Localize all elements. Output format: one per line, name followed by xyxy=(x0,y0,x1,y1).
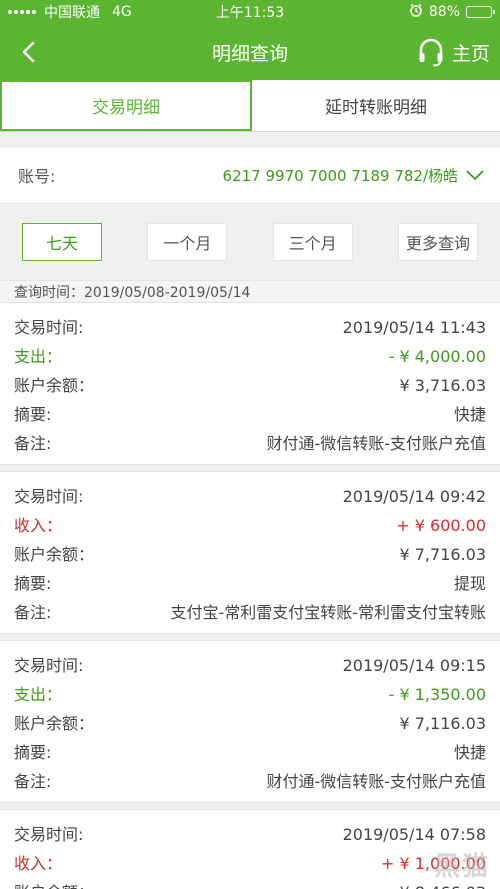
balance-label: 账户余额： xyxy=(14,376,95,395)
transaction-amount: - ¥ 4,000.00 xyxy=(388,347,486,366)
balance-label: 账户余额： xyxy=(14,545,95,564)
record-summary-row: 摘要: 快捷 xyxy=(14,738,486,767)
account-number: 6217 9970 7000 7189 782/杨皓 xyxy=(222,166,458,185)
account-label: 账号: xyxy=(18,167,56,186)
tab-transaction-details[interactable]: 交易明细 xyxy=(0,80,252,131)
transaction-note: 支付宝-常利雷支付宝转账-常利雷支付宝转账 xyxy=(170,603,486,622)
headset-icon xyxy=(419,38,443,67)
transaction-note: 财付通-微信转账-支付账户充值 xyxy=(266,772,486,791)
period-filters: 七天 一个月 三个月 更多查询 xyxy=(0,204,500,280)
battery-icon xyxy=(466,6,495,18)
transaction-amount: + ¥ 600.00 xyxy=(396,516,486,535)
carrier-name: 中国联通 xyxy=(44,5,100,21)
nav-bar: 明细查询 主页 xyxy=(0,24,500,80)
tab-bar: 交易明细 延时转账明细 xyxy=(0,80,500,132)
filter-seven-days[interactable]: 七天 xyxy=(22,223,102,261)
transaction-amount: + ¥ 1,000.00 xyxy=(380,854,486,873)
transaction-time: 2019/05/14 09:42 xyxy=(342,487,486,506)
transaction-summary: 快捷 xyxy=(453,743,486,762)
balance-label: 账户余额： xyxy=(14,714,95,733)
signal-icon xyxy=(8,10,36,14)
record-summary-row: 摘要: 快捷 xyxy=(14,400,486,429)
network-type: 4G xyxy=(112,4,132,20)
account-value-wrap: 6217 9970 7000 7189 782/杨皓 xyxy=(223,165,484,186)
filter-more-query[interactable]: 更多查询 xyxy=(397,223,478,261)
record-amount-row: 支出： - ¥ 4,000.00 xyxy=(14,342,486,371)
time-label: 交易时间: xyxy=(14,487,84,506)
back-arrow-icon xyxy=(22,41,35,63)
record-note-row: 备注: 财付通-微信转账-支付账户充值 xyxy=(14,767,486,796)
transaction-record[interactable]: 交易时间: 2019/05/14 07:58 收入： + ¥ 1,000.00 … xyxy=(0,809,500,889)
filter-three-months[interactable]: 三个月 xyxy=(272,223,353,261)
chevron-down-icon xyxy=(466,169,484,180)
account-balance: ¥ 3,716.03 xyxy=(399,376,486,395)
amount-type-label: 收入： xyxy=(14,854,63,873)
alarm-icon xyxy=(409,3,423,21)
amount-type-label: 支出： xyxy=(14,685,63,704)
battery-percent: 88% xyxy=(428,4,460,20)
tab-delayed-transfer-details[interactable]: 延时转账明细 xyxy=(252,80,500,131)
transaction-summary: 提现 xyxy=(453,574,486,593)
record-amount-row: 收入： + ¥ 600.00 xyxy=(14,511,486,540)
summary-label: 摘要: xyxy=(14,743,52,762)
record-balance-row: 账户余额： ¥ 8,466.03 xyxy=(14,878,486,889)
note-label: 备注: xyxy=(14,603,52,622)
summary-label: 摘要: xyxy=(14,405,52,424)
home-label: 主页 xyxy=(451,42,490,65)
transaction-record[interactable]: 交易时间: 2019/05/14 11:43 支出： - ¥ 4,000.00 … xyxy=(0,302,500,465)
home-button[interactable]: 主页 xyxy=(418,30,490,74)
amount-type-label: 收入： xyxy=(14,516,63,535)
record-amount-row: 支出： - ¥ 1,350.00 xyxy=(14,680,486,709)
transaction-record[interactable]: 交易时间: 2019/05/14 09:15 支出： - ¥ 1,350.00 … xyxy=(0,640,500,803)
account-balance: ¥ 7,116.03 xyxy=(399,714,486,733)
note-label: 备注: xyxy=(14,434,52,453)
balance-label: 账户余额： xyxy=(14,878,94,889)
time-label: 交易时间: xyxy=(14,656,84,675)
account-balance: ¥ 8,466.03 xyxy=(399,878,486,889)
transaction-record[interactable]: 交易时间: 2019/05/14 09:42 收入： + ¥ 600.00 账户… xyxy=(0,471,500,634)
record-time-row: 交易时间: 2019/05/14 07:58 xyxy=(14,820,486,849)
record-balance-row: 账户余额： ¥ 7,716.03 xyxy=(14,540,486,569)
status-bar: 中国联通 4G 上午11:53 88% xyxy=(0,0,500,24)
status-left: 中国联通 4G xyxy=(8,2,132,22)
summary-label: 摘要: xyxy=(14,574,52,593)
transaction-list: 交易时间: 2019/05/14 11:43 支出： - ¥ 4,000.00 … xyxy=(0,302,500,889)
transaction-note: 财付通-微信转账-支付账户充值 xyxy=(266,434,486,453)
transaction-time: 2019/05/14 07:58 xyxy=(342,825,486,844)
query-time-range: 查询时间：2019/05/08-2019/05/14 xyxy=(0,280,500,302)
transaction-summary: 快捷 xyxy=(453,405,486,424)
transaction-time: 2019/05/14 09:15 xyxy=(342,656,486,675)
time-label: 交易时间: xyxy=(14,318,84,337)
record-balance-row: 账户余额： ¥ 7,116.03 xyxy=(14,709,486,738)
note-label: 备注: xyxy=(14,772,52,791)
status-right: 88% xyxy=(409,3,495,21)
account-balance: ¥ 7,716.03 xyxy=(399,545,486,564)
record-time-row: 交易时间: 2019/05/14 09:15 xyxy=(14,651,486,680)
amount-type-label: 支出： xyxy=(14,347,63,366)
record-time-row: 交易时间: 2019/05/14 11:43 xyxy=(14,313,486,342)
record-note-row: 备注: 财付通-微信转账-支付账户充值 xyxy=(14,429,486,458)
transaction-time: 2019/05/14 11:43 xyxy=(342,318,486,337)
record-summary-row: 摘要: 提现 xyxy=(14,569,486,598)
time-label: 交易时间: xyxy=(14,825,84,844)
back-button[interactable] xyxy=(14,32,42,72)
transaction-amount: - ¥ 1,350.00 xyxy=(388,685,486,704)
filter-one-month[interactable]: 一个月 xyxy=(147,223,228,261)
record-amount-row: 收入： + ¥ 1,000.00 xyxy=(14,849,486,878)
top-bar: 中国联通 4G 上午11:53 88% 明细查询 主页 xyxy=(0,0,500,80)
account-selector[interactable]: 账号: 6217 9970 7000 7189 782/杨皓 xyxy=(0,146,500,204)
record-time-row: 交易时间: 2019/05/14 09:42 xyxy=(14,482,486,511)
record-note-row: 备注: 支付宝-常利雷支付宝转账-常利雷支付宝转账 xyxy=(14,598,486,627)
record-balance-row: 账户余额： ¥ 3,716.03 xyxy=(14,371,486,400)
